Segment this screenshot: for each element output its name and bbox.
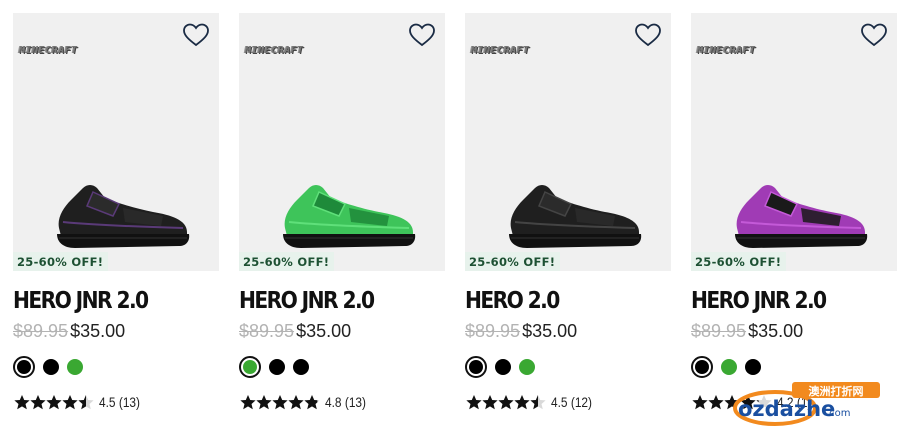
color-swatch-selected[interactable] bbox=[13, 356, 35, 378]
original-price: $89.95 bbox=[239, 321, 295, 341]
color-swatch[interactable] bbox=[495, 359, 511, 375]
original-price: $89.95 bbox=[465, 321, 521, 341]
product-card[interactable]: MINECRAFT 25-60% OFF! HERO 2.0 $89.95 $35.00… bbox=[465, 13, 671, 410]
color-swatch-selected[interactable] bbox=[691, 356, 713, 378]
wishlist-heart-icon[interactable] bbox=[182, 22, 210, 48]
rating-value: 4.5 bbox=[551, 394, 568, 410]
product-grid: MINECRAFT 25-60% OFF! HERO JNR 2.0 $89.95 $3… bbox=[13, 13, 897, 410]
swatch-dot bbox=[17, 360, 31, 374]
star-icon bbox=[530, 395, 546, 410]
review-count: (13) bbox=[344, 394, 367, 410]
rating-value: 4.8 bbox=[325, 394, 342, 410]
brand-logo: MINECRAFT bbox=[471, 45, 530, 56]
color-swatch[interactable] bbox=[519, 359, 535, 375]
shoe-illustration bbox=[735, 185, 868, 248]
price-row: $89.95 $35.00 bbox=[691, 321, 897, 345]
wishlist-heart-icon[interactable] bbox=[860, 22, 888, 48]
color-swatch[interactable] bbox=[269, 359, 285, 375]
watermark-logo: 澳洲打折网 ozdazhe .com bbox=[733, 382, 880, 426]
star-rating bbox=[13, 394, 94, 410]
rating-row[interactable]: 4.5 (12) bbox=[465, 394, 671, 410]
discount-badge: 25-60% OFF! bbox=[465, 252, 561, 271]
product-image[interactable]: MINECRAFT 25-60% OFF! bbox=[691, 13, 897, 271]
shoe-illustration bbox=[509, 185, 642, 248]
color-swatches bbox=[691, 355, 897, 379]
wishlist-heart-icon[interactable] bbox=[634, 22, 662, 48]
color-swatch-selected[interactable] bbox=[239, 356, 261, 378]
product-image[interactable]: MINECRAFT 25-60% OFF! bbox=[239, 13, 445, 271]
watermark-suffix-text: .com bbox=[826, 408, 851, 419]
sale-price: $35.00 bbox=[522, 321, 578, 341]
product-card[interactable]: MINECRAFT 25-60% OFF! HERO JNR 2.0 $89.95 $3… bbox=[239, 13, 445, 410]
color-swatches bbox=[13, 355, 219, 379]
original-price: $89.95 bbox=[691, 321, 747, 341]
original-price: $89.95 bbox=[13, 321, 69, 341]
rating-text: 4.8 (13) bbox=[325, 394, 366, 410]
discount-badge: 25-60% OFF! bbox=[13, 252, 109, 271]
star-rating bbox=[239, 394, 320, 410]
sale-price: $35.00 bbox=[748, 321, 804, 341]
product-image[interactable]: MINECRAFT 25-60% OFF! bbox=[13, 13, 219, 271]
discount-badge: 25-60% OFF! bbox=[691, 252, 787, 271]
product-name[interactable]: HERO JNR 2.0 bbox=[13, 288, 194, 318]
color-swatch[interactable] bbox=[67, 359, 83, 375]
watermark-main-text: ozdazhe bbox=[738, 397, 835, 421]
color-swatch[interactable] bbox=[721, 359, 737, 375]
price-row: $89.95 $35.00 bbox=[13, 321, 219, 345]
discount-badge: 25-60% OFF! bbox=[239, 252, 335, 271]
star-icon bbox=[304, 395, 320, 410]
shoe-illustration bbox=[57, 185, 190, 248]
rating-row[interactable]: 4.8 (13) bbox=[239, 394, 445, 410]
star-rating bbox=[465, 394, 546, 410]
product-image[interactable]: MINECRAFT 25-60% OFF! bbox=[465, 13, 671, 271]
swatch-dot bbox=[469, 360, 483, 374]
color-swatches bbox=[465, 355, 671, 379]
product-name[interactable]: HERO JNR 2.0 bbox=[691, 288, 872, 318]
review-count: (12) bbox=[570, 394, 593, 410]
rating-row[interactable]: 4.5 (13) bbox=[13, 394, 219, 410]
sale-price: $35.00 bbox=[70, 321, 126, 341]
color-swatch[interactable] bbox=[293, 359, 309, 375]
product-card[interactable]: MINECRAFT 25-60% OFF! HERO JNR 2.0 $89.95 $3… bbox=[13, 13, 219, 410]
rating-value: 4.5 bbox=[99, 394, 116, 410]
wishlist-heart-icon[interactable] bbox=[408, 22, 436, 48]
product-card[interactable]: MINECRAFT 25-60% OFF! HERO JNR 2.0 $89.95 $3… bbox=[691, 13, 897, 410]
brand-logo: MINECRAFT bbox=[697, 45, 756, 56]
shoe-illustration bbox=[283, 185, 416, 248]
watermark-top-text: 澳洲打折网 bbox=[809, 384, 864, 398]
color-swatch[interactable] bbox=[745, 359, 761, 375]
price-row: $89.95 $35.00 bbox=[465, 321, 671, 345]
star-icon bbox=[78, 395, 94, 410]
review-count: (13) bbox=[118, 394, 141, 410]
color-swatch-selected[interactable] bbox=[465, 356, 487, 378]
product-name[interactable]: HERO JNR 2.0 bbox=[239, 288, 420, 318]
rating-text: 4.5 (12) bbox=[551, 394, 592, 410]
color-swatches bbox=[239, 355, 445, 379]
swatch-dot bbox=[695, 360, 709, 374]
product-name[interactable]: HERO 2.0 bbox=[465, 288, 646, 318]
brand-logo: MINECRAFT bbox=[19, 45, 78, 56]
sale-price: $35.00 bbox=[296, 321, 352, 341]
color-swatch[interactable] bbox=[43, 359, 59, 375]
rating-text: 4.5 (13) bbox=[99, 394, 140, 410]
price-row: $89.95 $35.00 bbox=[239, 321, 445, 345]
swatch-dot bbox=[243, 360, 257, 374]
brand-logo: MINECRAFT bbox=[245, 45, 304, 56]
